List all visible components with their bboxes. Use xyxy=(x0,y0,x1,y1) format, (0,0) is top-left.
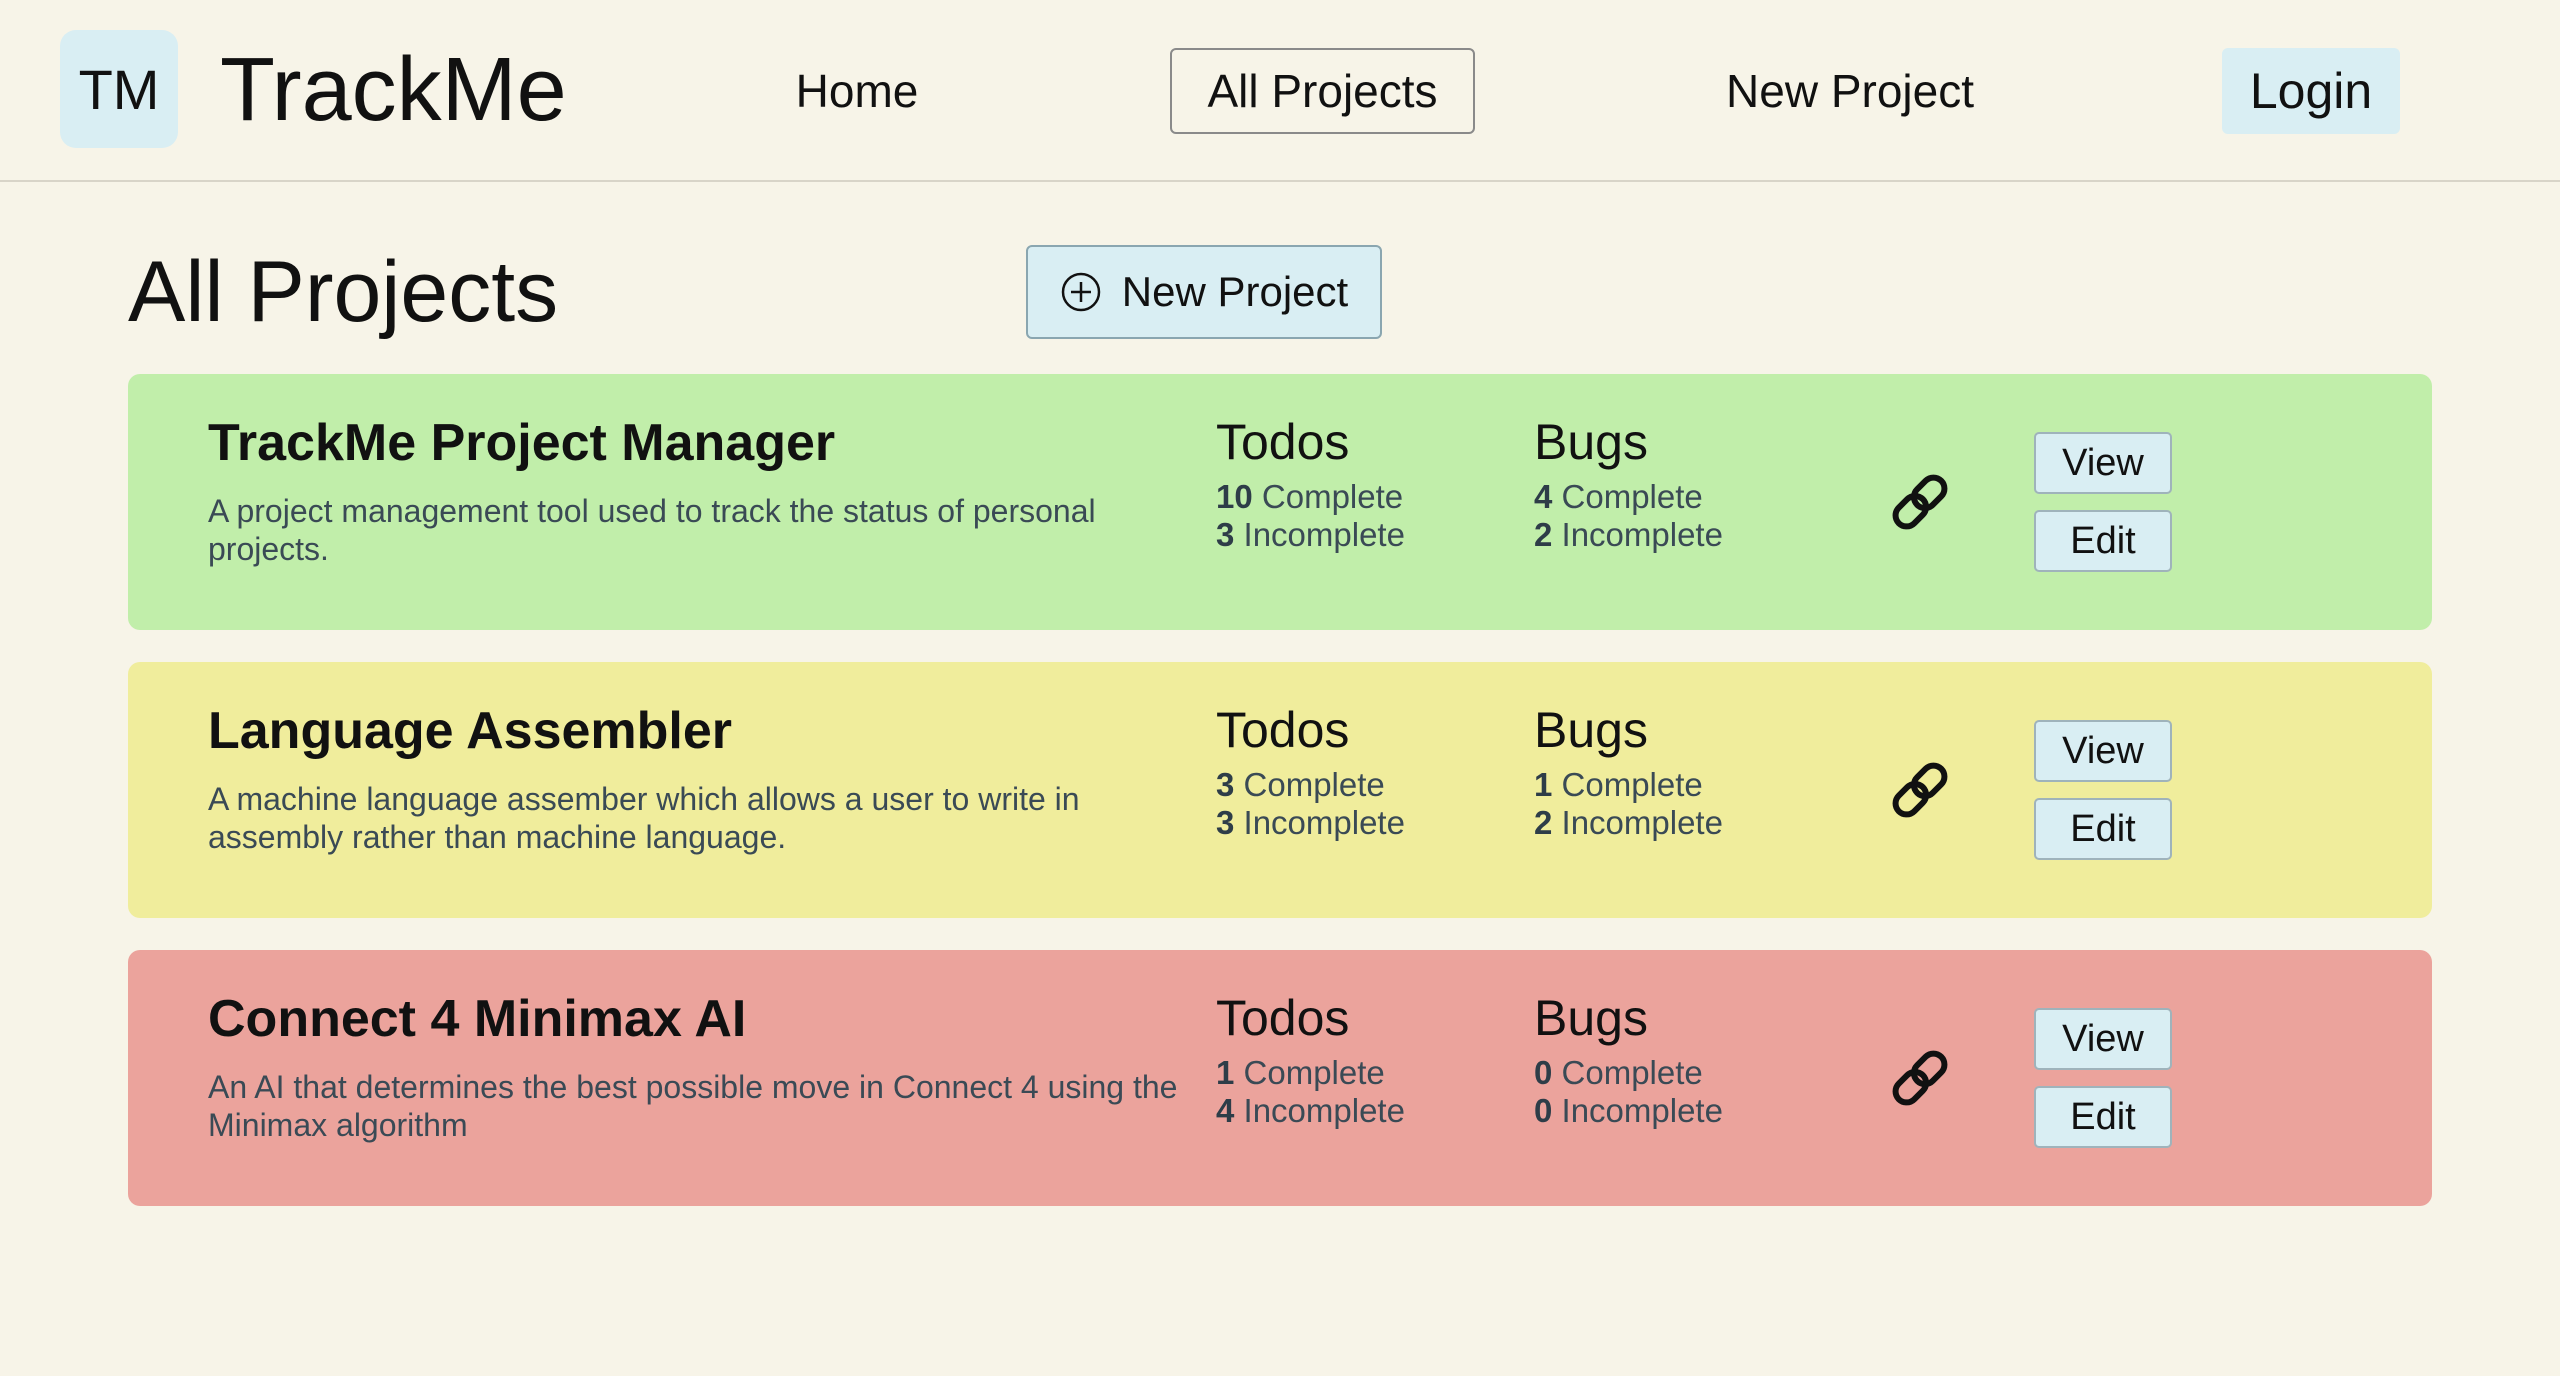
edit-button[interactable]: Edit xyxy=(2034,1086,2172,1148)
todos-incomplete-count: 4 xyxy=(1216,1092,1235,1129)
bugs-incomplete-count: 0 xyxy=(1534,1092,1553,1129)
project-title: TrackMe Project Manager xyxy=(208,414,836,472)
link-icon[interactable] xyxy=(1884,754,1956,826)
bugs-heading: Bugs xyxy=(1534,414,1648,470)
new-project-button[interactable]: New Project xyxy=(1026,245,1382,339)
project-card-3: Connect 4 Minimax AI An AI that determin… xyxy=(128,950,2432,1206)
todos-complete-count: 3 xyxy=(1216,766,1235,803)
nav-home-link[interactable]: Home xyxy=(780,48,934,134)
bugs-incomplete-count: 2 xyxy=(1534,516,1553,553)
bugs-stats: Bugs 0 Complete 0 Incomplete xyxy=(1534,988,1834,1130)
project-title: Connect 4 Minimax AI xyxy=(208,990,747,1048)
project-description: An AI that determines the best possible … xyxy=(208,1069,1178,1143)
todos-complete-count: 1 xyxy=(1216,1054,1235,1091)
nav-all-projects-link[interactable]: All Projects xyxy=(1170,48,1475,134)
bugs-complete-count: 4 xyxy=(1534,478,1553,515)
bugs-heading: Bugs xyxy=(1534,702,1648,758)
bugs-incomplete-label: Incomplete xyxy=(1561,516,1723,553)
todos-incomplete-label: Incomplete xyxy=(1243,516,1405,553)
bugs-complete: 1 Complete xyxy=(1534,766,1834,804)
bugs-heading: Bugs xyxy=(1534,990,1648,1046)
bugs-complete-count: 1 xyxy=(1534,766,1553,803)
view-button[interactable]: View xyxy=(2034,1008,2172,1070)
link-icon[interactable] xyxy=(1884,466,1956,538)
bugs-complete-label: Complete xyxy=(1561,1054,1703,1091)
project-description: A machine language assember which allows… xyxy=(208,781,1080,855)
todos-complete-count: 10 xyxy=(1216,478,1253,515)
todos-complete-label: Complete xyxy=(1243,1054,1385,1091)
view-button[interactable]: View xyxy=(2034,720,2172,782)
todos-heading: Todos xyxy=(1216,414,1350,470)
todos-incomplete-label: Incomplete xyxy=(1243,1092,1405,1129)
todos-stats: Todos 10 Complete 3 Incomplete xyxy=(1216,412,1516,554)
bugs-complete: 4 Complete xyxy=(1534,478,1834,516)
todos-stats: Todos 1 Complete 4 Incomplete xyxy=(1216,988,1516,1130)
nav-new-project-link[interactable]: New Project xyxy=(1710,48,1990,134)
todos-incomplete: 4 Incomplete xyxy=(1216,1092,1516,1130)
new-project-button-label: New Project xyxy=(1121,268,1349,315)
project-title: Language Assembler xyxy=(208,702,733,760)
todos-stats: Todos 3 Complete 3 Incomplete xyxy=(1216,700,1516,842)
todos-complete: 3 Complete xyxy=(1216,766,1516,804)
link-icon[interactable] xyxy=(1884,1042,1956,1114)
view-button[interactable]: View xyxy=(2034,432,2172,494)
todos-heading: Todos xyxy=(1216,990,1350,1046)
page-title: All Projects xyxy=(128,244,559,340)
bugs-incomplete-label: Incomplete xyxy=(1561,804,1723,841)
bugs-stats: Bugs 1 Complete 2 Incomplete xyxy=(1534,700,1834,842)
bugs-stats: Bugs 4 Complete 2 Incomplete xyxy=(1534,412,1834,554)
bugs-complete-label: Complete xyxy=(1561,478,1703,515)
project-card-2: Language Assembler A machine language as… xyxy=(128,662,2432,918)
todos-complete: 10 Complete xyxy=(1216,478,1516,516)
bugs-incomplete-label: Incomplete xyxy=(1561,1092,1723,1129)
brand-name[interactable]: TrackMe xyxy=(220,38,567,142)
project-card-1: TrackMe Project Manager A project manage… xyxy=(128,374,2432,630)
todos-incomplete-count: 3 xyxy=(1216,804,1235,841)
todos-incomplete-count: 3 xyxy=(1216,516,1235,553)
project-description: A project management tool used to track … xyxy=(208,493,1096,567)
bugs-complete-label: Complete xyxy=(1561,766,1703,803)
login-button[interactable]: Login xyxy=(2222,48,2400,134)
bugs-incomplete: 2 Incomplete xyxy=(1534,516,1834,554)
edit-button[interactable]: Edit xyxy=(2034,510,2172,572)
todos-incomplete: 3 Incomplete xyxy=(1216,804,1516,842)
bugs-complete-count: 0 xyxy=(1534,1054,1553,1091)
todos-complete: 1 Complete xyxy=(1216,1054,1516,1092)
todos-complete-label: Complete xyxy=(1261,478,1404,515)
top-navbar: TM TrackMe Home All Projects New Project… xyxy=(0,0,2560,182)
todos-incomplete-label: Incomplete xyxy=(1243,804,1405,841)
todos-complete-label: Complete xyxy=(1243,766,1385,803)
bugs-incomplete-count: 2 xyxy=(1534,804,1553,841)
logo-badge[interactable]: TM xyxy=(60,30,178,148)
plus-circle-icon xyxy=(1060,271,1102,313)
bugs-incomplete: 0 Incomplete xyxy=(1534,1092,1834,1130)
bugs-incomplete: 2 Incomplete xyxy=(1534,804,1834,842)
todos-heading: Todos xyxy=(1216,702,1350,758)
bugs-complete: 0 Complete xyxy=(1534,1054,1834,1092)
edit-button[interactable]: Edit xyxy=(2034,798,2172,860)
todos-incomplete: 3 Incomplete xyxy=(1216,516,1516,554)
